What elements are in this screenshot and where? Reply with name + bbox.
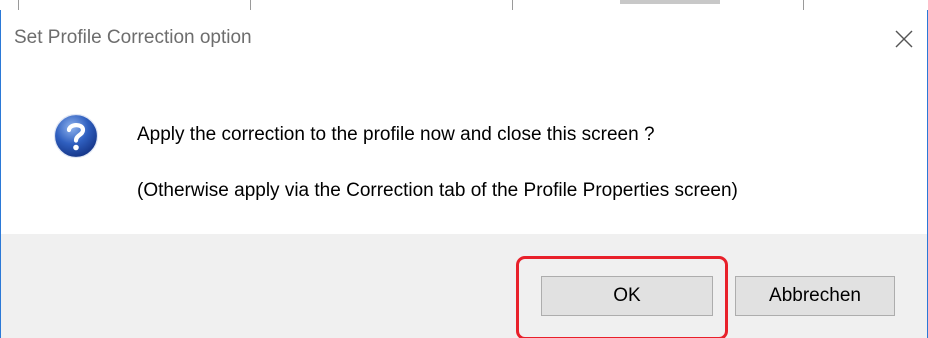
- question-icon: [53, 113, 99, 159]
- message-dialog: Set Profile Correction option Apply the …: [0, 10, 928, 338]
- dialog-titlebar[interactable]: Set Profile Correction option: [1, 10, 927, 70]
- dialog-title: Set Profile Correction option: [14, 27, 252, 48]
- background-divider: [512, 0, 513, 10]
- message-line-1: Apply the correction to the profile now …: [137, 124, 655, 145]
- close-button[interactable]: [881, 10, 927, 68]
- background-content: [620, 0, 720, 4]
- screenshot: Set Profile Correction option Apply the …: [0, 0, 928, 338]
- message-line-2: (Otherwise apply via the Correction tab …: [137, 180, 738, 201]
- background-divider: [250, 0, 251, 10]
- close-icon: [895, 30, 913, 48]
- background-window-edge: [0, 0, 928, 10]
- background-divider: [18, 0, 19, 10]
- background-divider: [803, 0, 804, 10]
- dialog-button-bar: OK Abbrechen: [1, 234, 927, 338]
- dialog-content: Apply the correction to the profile now …: [1, 70, 927, 234]
- cancel-button[interactable]: Abbrechen: [735, 276, 895, 316]
- ok-button[interactable]: OK: [541, 276, 713, 316]
